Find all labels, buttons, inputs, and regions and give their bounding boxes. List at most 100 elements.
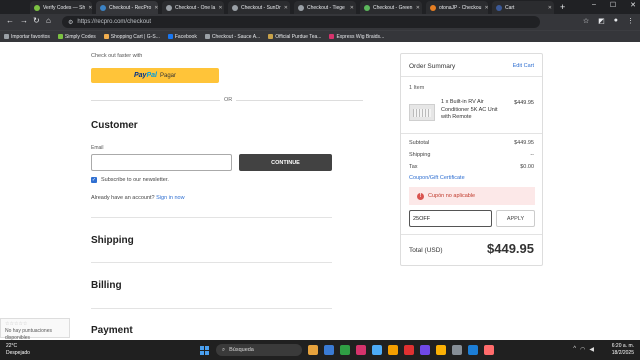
taskbar-app-icon[interactable] <box>452 345 462 355</box>
summary-divider <box>401 76 542 77</box>
checkout-faster-label: Check out faster with <box>91 53 143 59</box>
summary-divider <box>401 234 542 235</box>
taskbar-app-icon[interactable] <box>340 345 350 355</box>
tab-favicon-icon <box>496 4 502 11</box>
customer-section-title: Customer <box>91 120 138 131</box>
email-field[interactable] <box>91 154 232 171</box>
home-icon[interactable]: ⌂ <box>46 16 51 25</box>
browser-tab[interactable]: Checkout - Green ✕ <box>360 1 422 14</box>
tax-label: Tax <box>409 164 418 170</box>
clock-time: 6:20 a. m. <box>611 343 634 349</box>
apply-coupon-button[interactable]: APPLY <box>496 210 535 227</box>
taskbar-search-label: Búsqueda <box>229 347 254 353</box>
browser-tab[interactable]: Verify Codes — Sh ✕ <box>30 1 92 14</box>
close-tab-icon[interactable]: ✕ <box>88 5 92 11</box>
continue-button[interactable]: CONTINUE <box>239 154 332 171</box>
start-icon[interactable] <box>200 346 209 355</box>
coupon-gift-link[interactable]: Coupon/Gift Certificate <box>409 175 465 181</box>
taskbar-app-icon[interactable] <box>436 345 446 355</box>
close-tab-icon[interactable]: ✕ <box>416 5 420 11</box>
product-image <box>409 104 435 121</box>
taskbar-app-icon[interactable] <box>308 345 318 355</box>
chevron-up-icon[interactable]: ^ <box>573 346 576 353</box>
billing-section-title[interactable]: Billing <box>91 280 122 291</box>
back-icon[interactable]: ← <box>6 16 14 25</box>
paypal-logo: PayPal <box>134 72 157 79</box>
close-tab-icon[interactable]: ✕ <box>218 5 222 11</box>
clock[interactable]: 6:20 a. m. 18/2/2025 <box>612 343 634 357</box>
newsletter-label: Subscribe to our newsletter. <box>101 177 169 183</box>
browser-tab[interactable]: Checkout - RecPro ✕ <box>96 1 158 14</box>
tab-strip: + – ☐ ✕ Verify Codes — Sh ✕ Checkout - Rec… <box>0 0 640 14</box>
browser-tab[interactable]: Checkout - One la ✕ <box>162 1 224 14</box>
menu-icon[interactable]: ⋮ <box>627 17 634 25</box>
taskbar-app-icon[interactable] <box>404 345 414 355</box>
wifi-icon[interactable]: ◠ <box>580 346 585 353</box>
weather-temp: 22°C <box>6 343 18 349</box>
sign-in-link[interactable]: Sign in now <box>156 195 184 201</box>
forward-icon[interactable]: → <box>20 16 28 25</box>
address-bar[interactable]: ⚙ https://recpro.com/checkout <box>62 16 540 28</box>
tab-favicon-icon <box>298 4 304 11</box>
taskbar-app-icon[interactable] <box>420 345 430 355</box>
extensions-icon[interactable]: ◩ <box>598 17 605 25</box>
tab-label: otonaJP - Checkou <box>439 4 482 11</box>
bookmark-star-icon[interactable]: ☆ <box>583 17 589 25</box>
browser-tab[interactable]: Checkout - Tiege ✕ <box>294 1 356 14</box>
bookmark-label: Shopping Cart | G-S... <box>110 33 160 40</box>
bookmark-item[interactable]: Shopping Cart | G-S... <box>103 33 160 40</box>
taskbar-app-icon[interactable] <box>468 345 478 355</box>
payment-section-title[interactable]: Payment <box>91 325 133 336</box>
bookmark-favicon-icon <box>268 34 274 39</box>
bookmark-item[interactable]: Checkout - Sauce A... <box>204 34 260 40</box>
close-tab-icon[interactable]: ✕ <box>484 5 488 11</box>
error-icon: ! <box>417 192 424 200</box>
site-info-icon[interactable]: ⚙ <box>68 19 73 26</box>
order-summary-title: Order Summary <box>409 63 456 70</box>
reload-icon[interactable]: ↻ <box>33 16 40 25</box>
taskbar-search[interactable]: ⌕ Búsqueda <box>216 344 302 356</box>
browser-tab[interactable]: otonaJP - Checkou ✕ <box>426 1 488 14</box>
bookmark-favicon-icon <box>329 34 335 39</box>
close-window-icon[interactable]: ✕ <box>630 1 636 9</box>
shipping-section-title[interactable]: Shipping <box>91 235 134 246</box>
taskbar-app-icon[interactable] <box>484 345 494 355</box>
taskbar-app-icon[interactable] <box>372 345 382 355</box>
tab-label: Cart <box>505 4 515 11</box>
paypal-button[interactable]: PayPal Pagar <box>91 68 219 83</box>
coupon-code-input[interactable]: 25OFF <box>409 210 492 227</box>
close-tab-icon[interactable]: ✕ <box>350 5 354 11</box>
edit-cart-link[interactable]: Edit Cart <box>513 63 534 69</box>
bookmark-item[interactable]: Facebook <box>167 34 197 40</box>
bookmarks-bar: Importar favoritos Simply Codes Shopping C… <box>0 30 640 42</box>
browser-tab[interactable]: Checkout - SunDr ✕ <box>228 1 290 14</box>
minimize-icon[interactable]: – <box>592 1 596 9</box>
weather-widget[interactable]: 22°C Despejado <box>6 343 30 357</box>
newsletter-checkbox[interactable]: ✓ <box>91 177 97 183</box>
volume-icon[interactable]: ◀ <box>589 346 594 353</box>
taskbar-app-icon[interactable] <box>356 345 366 355</box>
bookmark-item[interactable]: Importar favoritos <box>4 34 50 40</box>
bookmark-label: Importar favoritos <box>11 33 50 40</box>
taskbar-app-icon[interactable] <box>324 345 334 355</box>
close-tab-icon[interactable]: ✕ <box>284 5 288 11</box>
maximize-icon[interactable]: ☐ <box>610 1 616 9</box>
browser-toolbar: ← → ↻ ⌂ ⚙ https://recpro.com/checkout ☆ … <box>0 14 640 30</box>
bookmark-label: Official Purdue Tea... <box>275 33 322 40</box>
bookmark-favicon-icon <box>57 34 63 39</box>
tab-label: Verify Codes — Sh <box>43 4 86 11</box>
browser-tab[interactable]: Cart ✕ <box>492 1 554 14</box>
bookmark-item[interactable]: Express Wig Braids... <box>329 34 384 40</box>
tab-favicon-icon <box>34 4 40 11</box>
close-tab-icon[interactable]: ✕ <box>154 5 158 11</box>
paypal-button-label: Pagar <box>159 72 176 79</box>
bookmark-item[interactable]: Official Purdue Tea... <box>268 34 321 40</box>
bookmark-item[interactable]: Simply Codes <box>57 34 96 40</box>
new-tab-button[interactable]: + <box>560 2 565 12</box>
total-label: Total (USD) <box>409 247 443 254</box>
tab-label: Checkout - RecPro <box>109 4 152 11</box>
profile-icon[interactable]: ● <box>614 17 618 25</box>
close-tab-icon[interactable]: ✕ <box>548 5 552 11</box>
bookmark-favicon-icon <box>103 34 109 39</box>
taskbar-app-icon[interactable] <box>388 345 398 355</box>
